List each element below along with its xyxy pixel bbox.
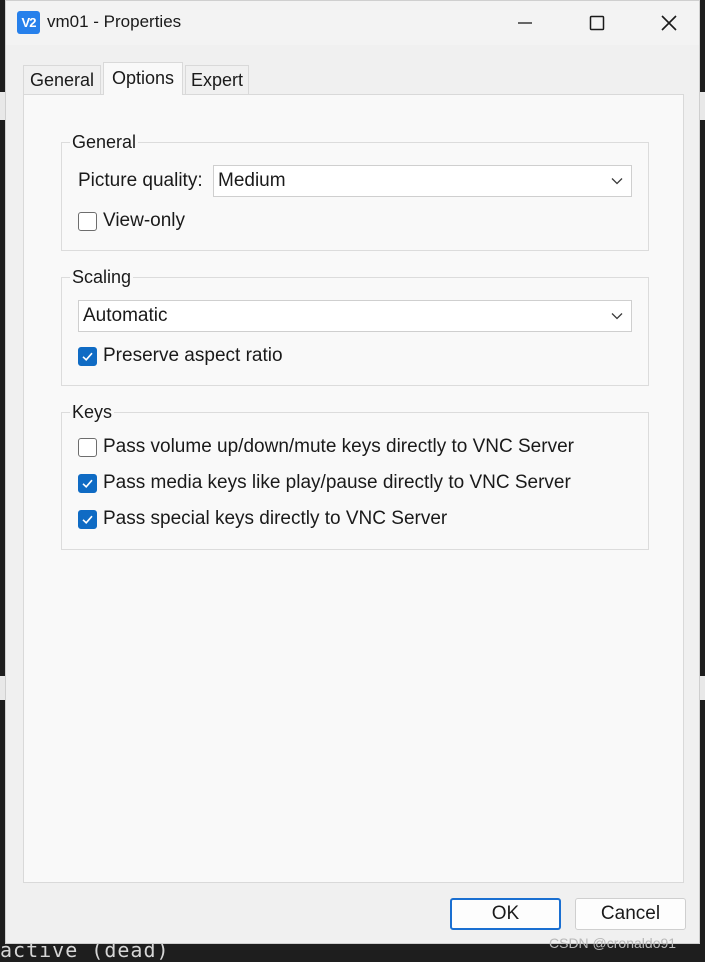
minimize-button[interactable] xyxy=(502,1,548,45)
pass-special-keys-checkbox[interactable] xyxy=(78,509,97,529)
view-only-label: View-only xyxy=(103,210,186,231)
options-panel: General Picture quality: Medium View-onl… xyxy=(23,94,684,883)
pass-media-keys-label: Pass media keys like play/pause directly… xyxy=(103,472,571,493)
properties-dialog: V2 vm01 - Properties General Options Exp… xyxy=(5,0,700,944)
chevron-down-icon xyxy=(611,313,623,320)
general-group: General Picture quality: Medium View-onl… xyxy=(61,132,649,251)
title-bar: V2 vm01 - Properties xyxy=(6,1,699,45)
pass-volume-keys-label: Pass volume up/down/mute keys directly t… xyxy=(103,436,574,457)
maximize-icon xyxy=(589,15,605,31)
tab-general[interactable]: General xyxy=(23,65,101,94)
chevron-down-icon xyxy=(611,178,623,185)
maximize-button[interactable] xyxy=(574,1,620,45)
close-button[interactable] xyxy=(646,1,692,45)
window-title: vm01 - Properties xyxy=(47,12,182,31)
close-icon xyxy=(661,15,677,31)
preserve-aspect-label: Preserve aspect ratio xyxy=(103,345,283,366)
picture-quality-label: Picture quality: xyxy=(78,170,203,191)
vnc-viewer-app-icon: V2 xyxy=(17,11,40,34)
watermark-text: CSDN @cronaldo91 xyxy=(549,935,677,951)
preserve-aspect-checkbox-row[interactable]: Preserve aspect ratio xyxy=(78,345,283,367)
minimize-icon xyxy=(518,22,532,24)
general-group-title: General xyxy=(70,132,139,153)
cancel-button[interactable]: Cancel xyxy=(575,898,686,930)
keys-group: Keys Pass volume up/down/mute keys direc… xyxy=(61,402,649,550)
checkmark-icon xyxy=(82,515,93,524)
pass-volume-keys-checkbox[interactable] xyxy=(78,437,97,457)
ok-button[interactable]: OK xyxy=(450,898,561,930)
scaling-value: Automatic xyxy=(83,305,168,326)
scaling-group: Scaling Automatic Preserve aspect ratio xyxy=(61,267,649,386)
pass-media-keys-checkbox[interactable] xyxy=(78,473,97,493)
view-only-checkbox-row[interactable]: View-only xyxy=(78,210,185,232)
scaling-select[interactable]: Automatic xyxy=(78,300,632,332)
pass-special-keys-label: Pass special keys directly to VNC Server xyxy=(103,508,448,529)
pass-special-keys-row[interactable]: Pass special keys directly to VNC Server xyxy=(78,508,447,530)
tab-options[interactable]: Options xyxy=(103,62,183,95)
keys-group-title: Keys xyxy=(70,402,115,423)
scaling-group-title: Scaling xyxy=(70,267,134,288)
pass-volume-keys-row[interactable]: Pass volume up/down/mute keys directly t… xyxy=(78,436,574,458)
tab-expert[interactable]: Expert xyxy=(185,65,249,94)
picture-quality-select[interactable]: Medium xyxy=(213,165,632,197)
pass-media-keys-row[interactable]: Pass media keys like play/pause directly… xyxy=(78,472,571,494)
preserve-aspect-checkbox[interactable] xyxy=(78,346,97,366)
checkmark-icon xyxy=(82,352,93,361)
view-only-checkbox[interactable] xyxy=(78,211,97,231)
picture-quality-value: Medium xyxy=(218,170,286,191)
checkmark-icon xyxy=(82,479,93,488)
